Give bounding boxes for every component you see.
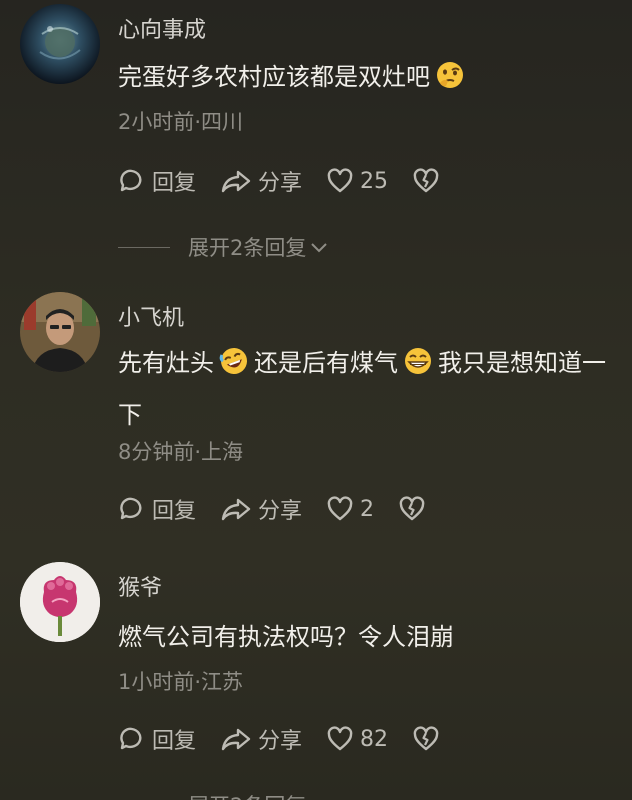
rolling-laughing-icon <box>218 345 250 392</box>
expand-replies-button[interactable]: 展开2条回复 <box>118 232 330 262</box>
expand-replies-button[interactable]: 展开2条回复 <box>118 790 306 800</box>
share-icon <box>221 728 251 751</box>
dislike-button[interactable] <box>412 726 446 752</box>
like-button[interactable]: 25 <box>326 168 388 194</box>
chevron-down-icon <box>311 243 328 253</box>
broken-heart-icon <box>413 726 439 751</box>
share-label: 分享 <box>258 171 303 196</box>
reply-icon <box>120 169 142 192</box>
like-count: 82 <box>360 726 389 752</box>
comment-actions: 回复 分享 25 <box>118 166 470 196</box>
reply-label: 回复 <box>152 729 197 754</box>
share-button[interactable]: 分享 <box>220 165 302 197</box>
comment-actions: 回复 分享 82 <box>118 724 470 754</box>
share-icon <box>221 498 251 521</box>
avatar[interactable] <box>20 292 100 372</box>
heart-icon <box>327 496 353 521</box>
grinning-face-icon <box>402 345 434 392</box>
comment-meta: 1小时前·江苏 <box>118 670 244 694</box>
broken-heart-icon <box>399 496 425 521</box>
comment-text-main: 完蛋好多农村应该都是双灶吧 <box>118 63 430 91</box>
expand-replies-label: 展开2条回复 <box>188 790 306 800</box>
share-label: 分享 <box>258 499 303 524</box>
username[interactable]: 小飞机 <box>118 300 184 332</box>
avatar[interactable] <box>20 562 100 642</box>
reply-icon <box>120 727 142 750</box>
comment-text: 先有灶头 还是后有煤气 我只是想知道一下 <box>118 340 618 438</box>
share-button[interactable]: 分享 <box>220 723 302 755</box>
comment-meta: 2小时前·四川 <box>118 110 244 134</box>
dislike-button[interactable] <box>398 496 432 522</box>
username[interactable]: 猴爷 <box>118 570 162 602</box>
comment-meta: 8分钟前·上海 <box>118 440 244 464</box>
reply-label: 回复 <box>152 171 197 196</box>
share-icon <box>221 170 251 193</box>
dislike-button[interactable] <box>412 168 446 194</box>
reply-button[interactable]: 回复 <box>118 493 196 525</box>
expand-replies-label: 展开2条回复 <box>188 236 307 260</box>
comment-text: 燃气公司有执法权吗？令人泪崩 <box>118 623 454 651</box>
comment-text-part1: 先有灶头 <box>118 349 214 377</box>
like-button[interactable]: 82 <box>326 726 388 752</box>
like-count: 2 <box>360 496 375 522</box>
thinking-face-icon <box>434 59 466 106</box>
heart-icon <box>327 726 353 751</box>
comment-list: 心向事成 完蛋好多农村应该都是双灶吧 2小时前·四川 回复 分享 25 展开2条… <box>0 0 632 800</box>
share-label: 分享 <box>258 729 303 754</box>
like-button[interactable]: 2 <box>326 496 374 522</box>
reply-button[interactable]: 回复 <box>118 165 196 197</box>
reply-button[interactable]: 回复 <box>118 723 196 755</box>
avatar[interactable] <box>20 4 100 84</box>
comment-text-part2: 还是后有煤气 <box>254 349 398 377</box>
like-count: 25 <box>360 168 389 194</box>
divider <box>118 246 170 248</box>
share-button[interactable]: 分享 <box>220 493 302 525</box>
broken-heart-icon <box>413 168 439 193</box>
heart-icon <box>327 168 353 193</box>
comment-actions: 回复 分享 2 <box>118 494 456 524</box>
comment-text: 完蛋好多农村应该都是双灶吧 <box>118 54 618 106</box>
username[interactable]: 心向事成 <box>118 12 206 44</box>
reply-label: 回复 <box>152 499 197 524</box>
reply-icon <box>120 497 142 520</box>
